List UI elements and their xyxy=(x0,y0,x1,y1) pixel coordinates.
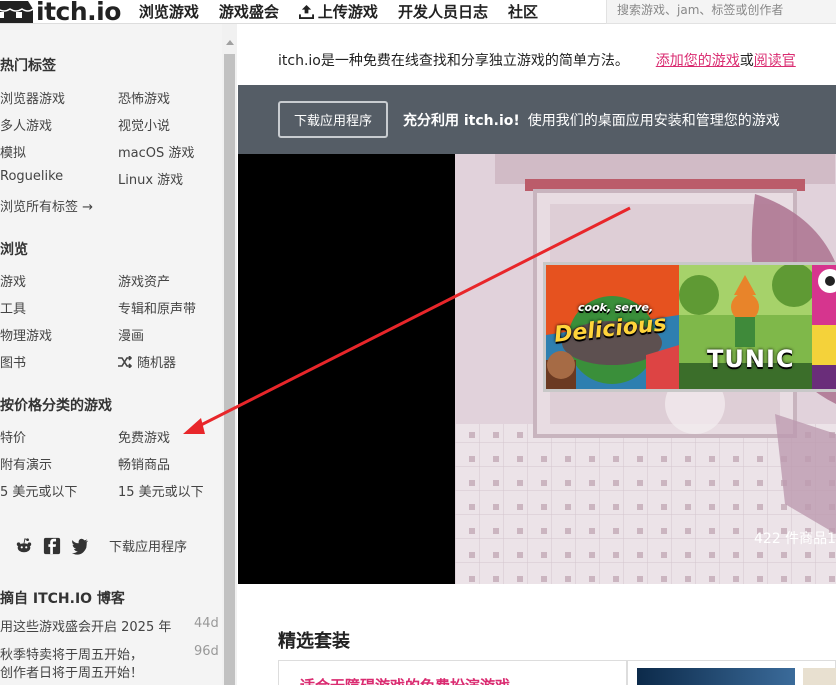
randomizer-label: 随机器 xyxy=(137,356,177,371)
tag-multiplayer[interactable]: 多人游戏 xyxy=(0,115,52,134)
bundle-card-1-title[interactable]: 适合无障碍游戏的免费扮演游戏 xyxy=(300,675,510,685)
itch-logo[interactable]: itch.io xyxy=(0,0,121,24)
browse-all-tags-link[interactable]: 浏览所有标签 → xyxy=(0,196,93,215)
browse-comics[interactable]: 漫画 xyxy=(118,325,144,344)
top-header: itch.io 浏览游戏 游戏盛会 上传游戏 开发人员日志 社区 搜索游戏、ja… xyxy=(0,0,836,24)
reddit-icon[interactable] xyxy=(15,537,33,555)
hero-game-strip: cook, serve, Delicious TUNIC xyxy=(543,262,836,392)
cook-serve-label: cook, serve, xyxy=(578,301,654,314)
tag-simulation[interactable]: 模拟 xyxy=(0,142,26,161)
social-links: 下载应用程序 xyxy=(15,536,187,555)
search-input[interactable]: 搜索游戏、jam、标签或创作者 xyxy=(606,0,836,24)
nav-upload-label: 上传游戏 xyxy=(317,3,378,21)
tag-macos[interactable]: macOS 游戏 xyxy=(118,142,194,161)
tag-visual-novel[interactable]: 视觉小说 xyxy=(118,115,170,134)
banner-description: 使用我们的桌面应用安装和管理您的游戏 xyxy=(527,113,780,129)
browse-physical-games[interactable]: 物理游戏 xyxy=(0,325,52,344)
nav-devlogs[interactable]: 开发人员日志 xyxy=(398,1,488,22)
main-nav: 浏览游戏 游戏盛会 上传游戏 开发人员日志 社区 xyxy=(139,1,558,22)
tag-browser-games[interactable]: 浏览器游戏 xyxy=(0,88,65,107)
by-price-title: 按价格分类的游戏 xyxy=(0,398,112,414)
price-15-or-less[interactable]: 15 美元或以下 xyxy=(118,481,204,500)
tag-horror[interactable]: 恐怖游戏 xyxy=(118,88,170,107)
nav-upload-game[interactable]: 上传游戏 xyxy=(298,1,378,22)
facebook-icon[interactable] xyxy=(43,537,61,555)
tag-linux[interactable]: Linux 游戏 xyxy=(118,169,183,188)
tunic-label: TUNIC xyxy=(707,345,795,373)
price-free-games[interactable]: 免费游戏 xyxy=(118,427,170,446)
intro-or: 或 xyxy=(739,53,754,69)
price-5-or-less[interactable]: 5 美元或以下 xyxy=(0,481,77,500)
blog-post-1-age: 44d xyxy=(194,616,219,631)
featured-bundles-title: 精选套装 xyxy=(278,631,350,652)
blog-post-2-age: 96d xyxy=(194,644,219,659)
partial-game-art xyxy=(812,265,836,389)
scroll-up-arrow-icon[interactable] xyxy=(226,40,234,45)
add-your-game-link[interactable]: 添加您的游戏 xyxy=(656,53,740,69)
banner-headline: 充分利用 itch.io! xyxy=(403,113,520,129)
browse-randomizer[interactable]: 随机器 xyxy=(118,352,176,371)
price-with-demos[interactable]: 附有演示 xyxy=(0,454,52,473)
itch-logo-icon xyxy=(0,0,34,23)
browse-tools[interactable]: 工具 xyxy=(0,298,26,317)
bundle-thumbnail-2[interactable] xyxy=(803,668,836,685)
video-panel[interactable] xyxy=(238,154,455,584)
popular-tags-title: 热门标签 xyxy=(0,58,56,74)
nav-browse-games[interactable]: 浏览游戏 xyxy=(139,1,199,22)
nav-community[interactable]: 社区 xyxy=(508,1,538,22)
price-top-sellers[interactable]: 畅销商品 xyxy=(118,454,170,473)
blog-post-3[interactable]: 创作者日将于周五开始！ xyxy=(0,662,143,681)
browse-games[interactable]: 游戏 xyxy=(0,271,26,290)
download-app-button[interactable]: 下载应用程序 xyxy=(278,101,388,138)
shuffle-icon xyxy=(118,355,132,368)
browse-soundtracks[interactable]: 专辑和原声带 xyxy=(118,298,196,317)
tag-roguelike[interactable]: Roguelike xyxy=(0,169,63,184)
browse-title: 浏览 xyxy=(0,242,28,258)
browse-assets[interactable]: 游戏资产 xyxy=(118,271,170,290)
game-card-tunic[interactable]: TUNIC xyxy=(679,265,812,389)
game-card-cook-serve-delicious[interactable]: cook, serve, Delicious xyxy=(546,265,679,389)
browse-books[interactable]: 图书 xyxy=(0,352,26,371)
upload-icon xyxy=(298,4,314,19)
game-card-partial[interactable] xyxy=(812,265,836,389)
logo-text: itch.io xyxy=(36,0,121,26)
price-on-sale[interactable]: 特价 xyxy=(0,427,26,446)
intro-text: itch.io是一种免费在线查找和分享独立游戏的简单方法。 添加您的游戏或阅读官 xyxy=(278,50,796,70)
blog-post-2[interactable]: 秋季特卖将于周五开始， xyxy=(0,644,143,663)
twitter-icon[interactable] xyxy=(71,537,89,555)
intro-description: itch.io是一种免费在线查找和分享独立游戏的简单方法。 xyxy=(278,53,629,69)
banner-text: 充分利用 itch.io! 使用我们的桌面应用安装和管理您的游戏 xyxy=(403,110,780,130)
nav-game-jams[interactable]: 游戏盛会 xyxy=(219,1,279,22)
hero-item-count: 422 件商品1 xyxy=(754,531,836,547)
blog-title: 摘自 ITCH.IO 博客 xyxy=(0,591,125,607)
bundle-thumbnail-1[interactable] xyxy=(637,668,795,685)
read-more-link[interactable]: 阅读官 xyxy=(754,53,796,69)
sidebar-download-app-link[interactable]: 下载应用程序 xyxy=(109,536,187,555)
blog-post-1[interactable]: 用这些游戏盛会开启 2025 年 xyxy=(0,616,171,635)
sidebar-scroll-thumb[interactable] xyxy=(224,54,235,685)
